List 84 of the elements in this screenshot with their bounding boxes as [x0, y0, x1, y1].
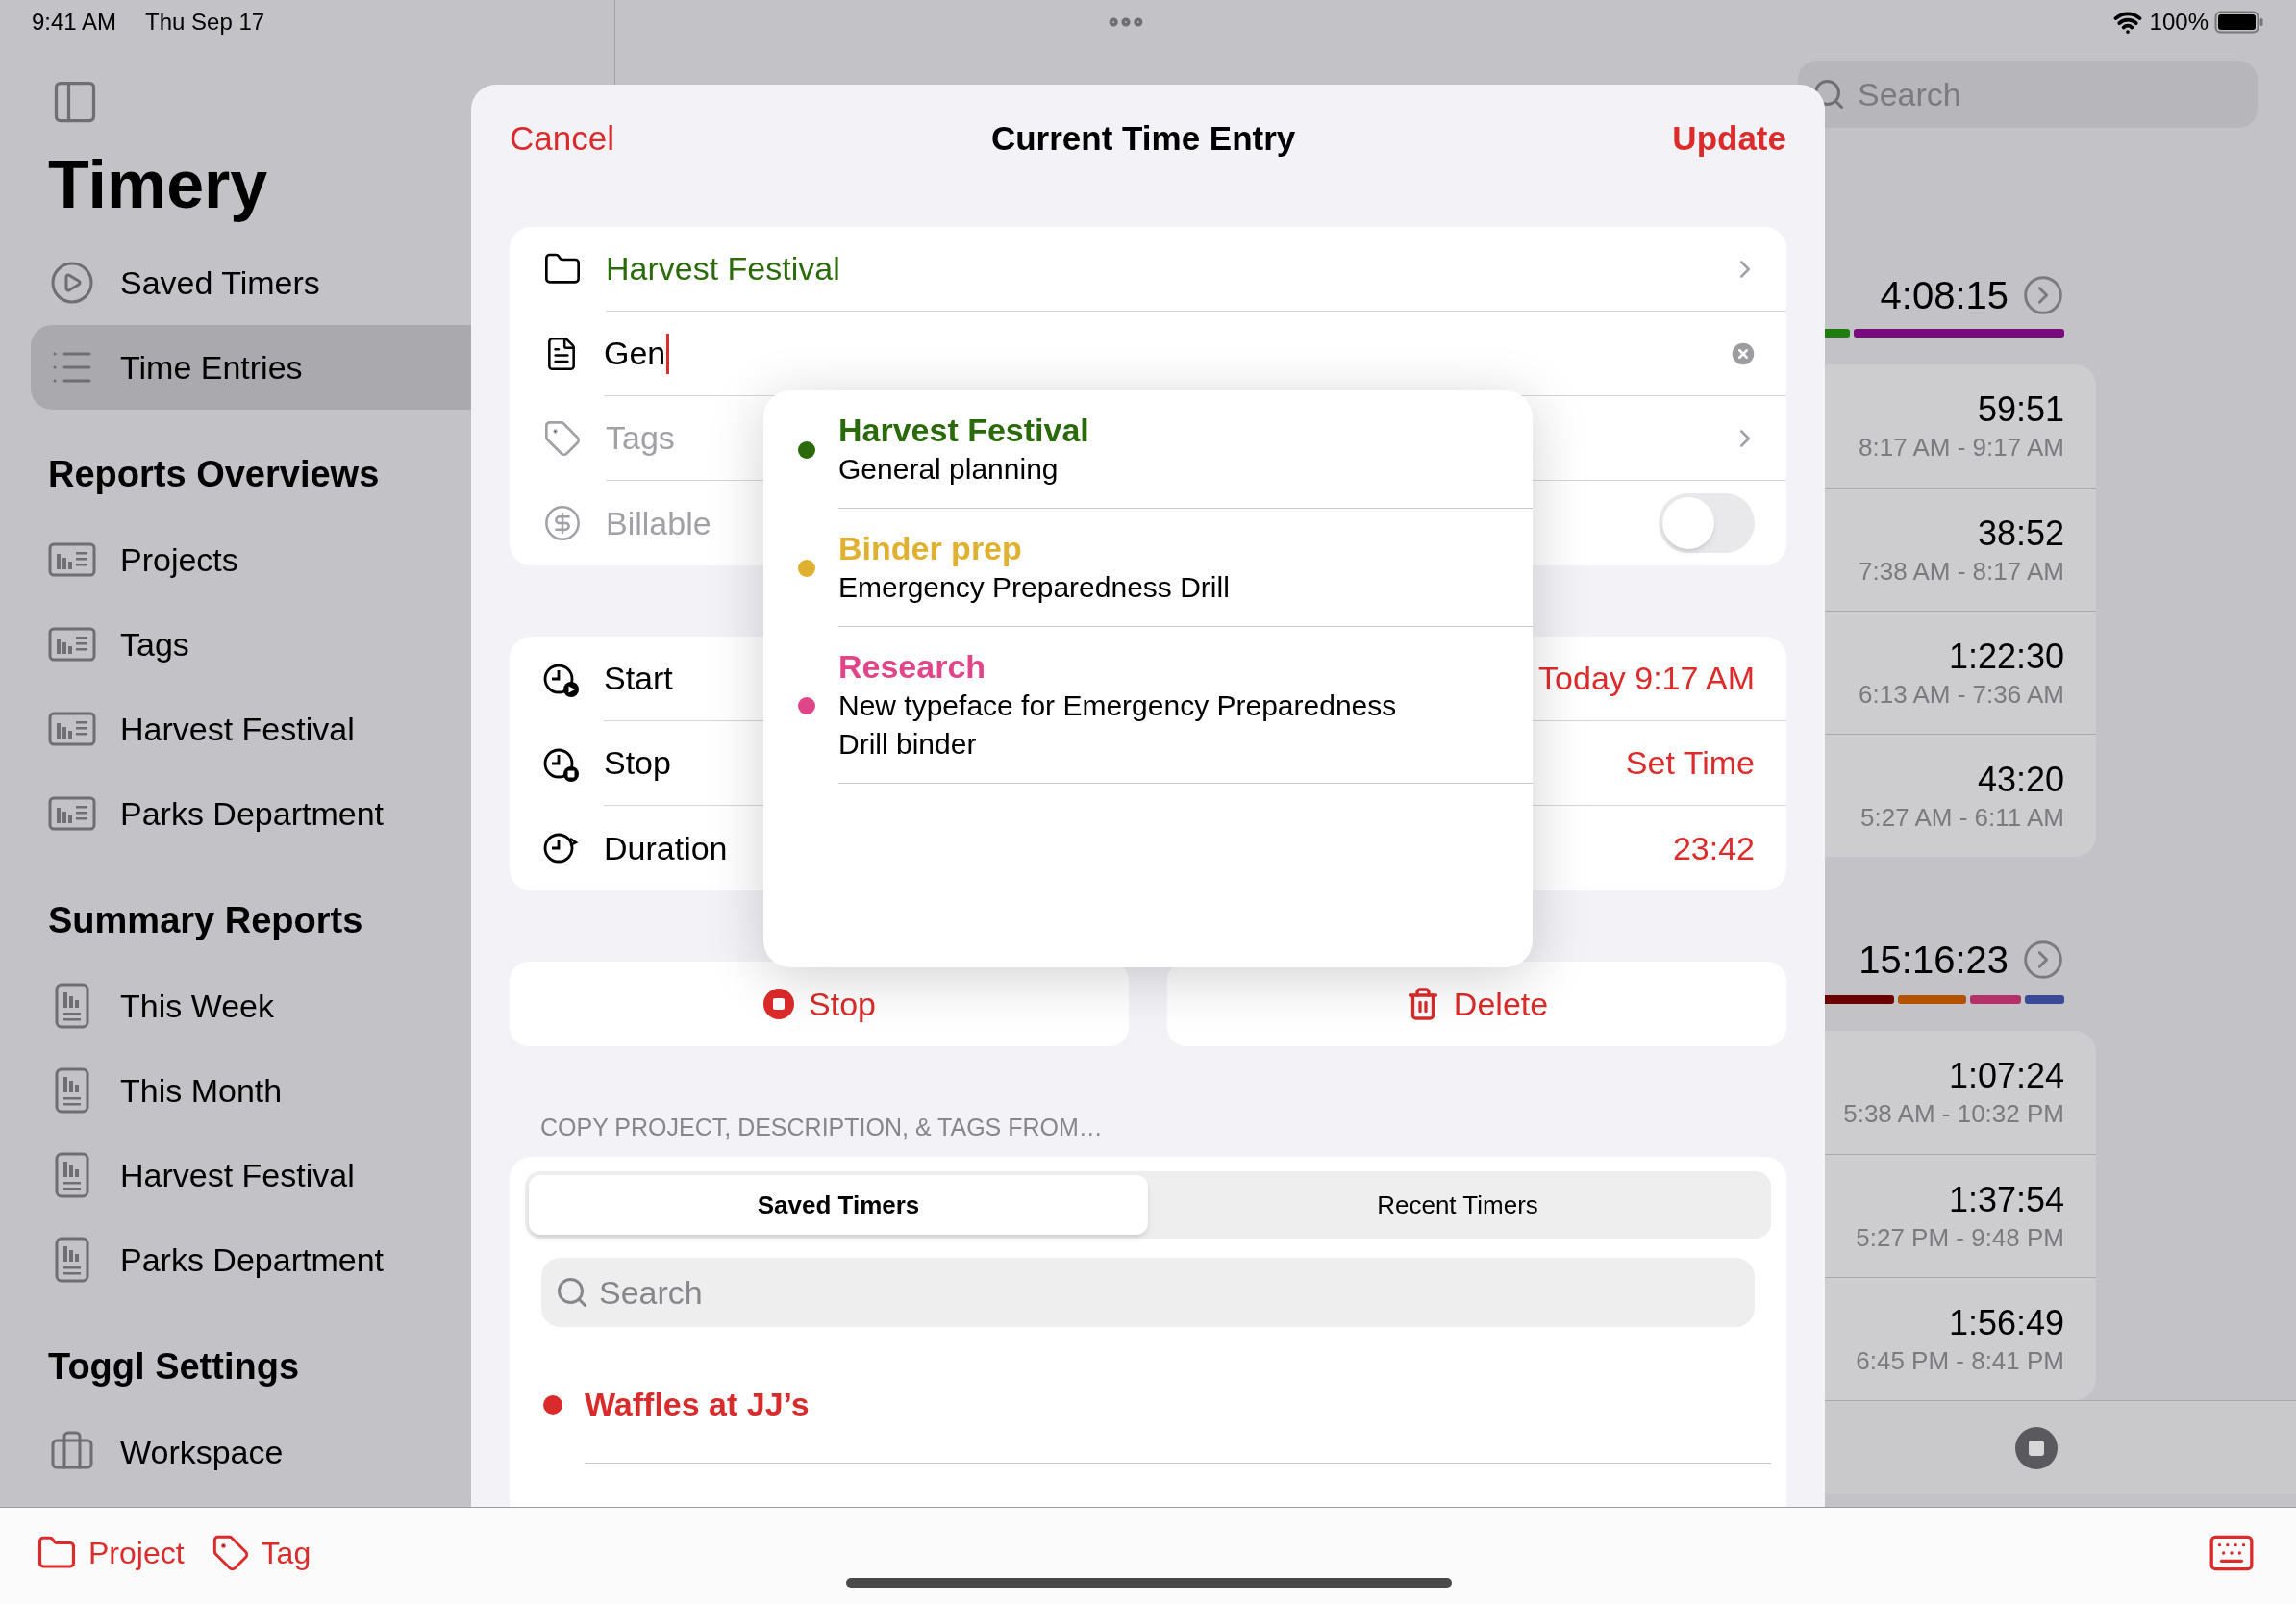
suggestion-project: Binder prep: [838, 529, 1023, 568]
suggestion-project: Research: [838, 647, 987, 687]
time-row[interactable]: Duration 23:42: [510, 806, 1786, 890]
sidebar-item-label: Harvest Festival: [120, 709, 355, 749]
project-row[interactable]: Harvest Festival: [510, 227, 1786, 312]
status-date: Thu Sep 17: [145, 7, 265, 37]
sidebar-item-label: Harvest Festival: [120, 1155, 355, 1195]
tag-button[interactable]: Tag: [211, 1530, 312, 1576]
suggestion-item[interactable]: Research New typeface for Emergency Preparedness Drill binder: [763, 627, 1533, 784]
project-button[interactable]: Project: [37, 1530, 185, 1576]
sidebar-item-label: Parks Department: [120, 1240, 384, 1280]
update-button[interactable]: Update: [1672, 113, 1786, 164]
report-icon: [48, 627, 96, 662]
sidebar-item-label: Parks Department: [120, 793, 384, 834]
entry-duration: 59:51: [1977, 388, 2064, 431]
tags-placeholder: Tags: [606, 418, 675, 458]
sidebar-item-label: This Month: [120, 1070, 283, 1111]
tag-icon: [211, 1534, 250, 1572]
sidebar-item-label: Workspace: [120, 1432, 284, 1472]
sidebar-item-label: Time Entries: [120, 347, 303, 388]
time-value: 23:42: [1672, 828, 1755, 868]
time-label: Start: [604, 659, 673, 698]
delete-button[interactable]: Delete: [1167, 962, 1786, 1046]
search-icon: [555, 1275, 589, 1310]
text-cursor: [666, 333, 670, 374]
entry-time-range: 8:17 AM - 9:17 AM: [1859, 432, 2064, 464]
battery-percent: 100%: [2149, 7, 2209, 37]
sheet-title: Current Time Entry: [990, 117, 1296, 159]
report-document-icon: [55, 1237, 89, 1283]
suggestion-project: Harvest Festival: [838, 411, 1090, 450]
suggestion-description: General planning: [838, 452, 1060, 487]
time-label: Duration: [604, 828, 728, 868]
entry-time-range: 5:27 PM - 9:48 PM: [1856, 1221, 2064, 1254]
time-value: Today 9:17 AM: [1538, 659, 1755, 698]
project-name: Harvest Festival: [606, 249, 840, 288]
disclosure-icon[interactable]: [2022, 274, 2064, 316]
copy-section-header: COPY PROJECT, DESCRIPTION, & TAGS FROM…: [540, 1113, 1103, 1143]
billable-label: Billable: [606, 503, 711, 543]
time-label: Stop: [604, 743, 671, 783]
cancel-button[interactable]: Cancel: [510, 113, 614, 164]
play-icon: [49, 260, 95, 306]
tag-icon: [543, 419, 582, 458]
report-document-icon: [55, 983, 89, 1029]
entry-time-range: 5:27 AM - 6:11 AM: [1860, 801, 2064, 834]
day-total: 15:16:23: [1859, 938, 2009, 983]
entry-duration: 1:22:30: [1948, 635, 2064, 678]
entry-time-range: 5:38 AM - 10:32 PM: [1843, 1098, 2064, 1130]
time-value: Set Time: [1625, 743, 1755, 783]
report-document-icon: [55, 1067, 89, 1114]
battery-icon: [2214, 10, 2264, 34]
sidebar-item-label: This Week: [120, 986, 274, 1026]
report-icon: [48, 712, 96, 746]
sidebar-item-label: Tags: [120, 624, 189, 664]
stop-icon[interactable]: [2014, 1425, 2059, 1470]
entry-time-range: 6:45 PM - 8:41 PM: [1856, 1344, 2064, 1377]
segment-tab[interactable]: Saved Timers: [529, 1175, 1148, 1235]
entry-duration: 1:56:49: [1948, 1301, 2064, 1344]
section-header: Summary Reports: [48, 902, 363, 939]
section-header: Toggl Settings: [48, 1348, 300, 1385]
entry-duration: 1:07:24: [1948, 1055, 2064, 1097]
sidebar-item-label: Saved Timers: [120, 263, 320, 303]
app-title: Timery: [47, 146, 269, 223]
report-document-icon: [55, 1152, 89, 1198]
entry-duration: 38:52: [1977, 512, 2064, 555]
suggestion-item[interactable]: Binder prep Emergency Preparedness Drill: [763, 509, 1533, 627]
suggestion-description: New typeface for Emergency Preparedness Drill binder: [838, 689, 1398, 762]
section-header: Reports Overviews: [48, 456, 380, 492]
stop-button[interactable]: Stop: [510, 962, 1129, 1046]
entry-time-range: 6:13 AM - 7:36 AM: [1859, 678, 2064, 711]
status-time: 9:41 AM: [32, 7, 117, 37]
sidebar-item-label: Projects: [120, 539, 238, 580]
disclosure-icon[interactable]: [2022, 939, 2064, 981]
dollar-icon: [543, 504, 582, 542]
saved-timer-name: Waffles at JJ’s: [585, 1385, 810, 1424]
entry-time-range: 7:38 AM - 8:17 AM: [1859, 555, 2064, 588]
segment-tab[interactable]: Recent Timers: [1148, 1175, 1767, 1235]
entry-duration: 1:37:54: [1948, 1178, 2064, 1221]
entry-duration: 43:20: [1977, 758, 2064, 801]
stop-icon: [762, 988, 795, 1020]
report-icon: [48, 542, 96, 577]
report-icon: [48, 796, 96, 831]
saved-timer-row[interactable]: Waffles at JJ’s: [525, 1327, 1771, 1464]
suggestion-description: Emergency Preparedness Drill: [838, 570, 1231, 605]
day-total: 4:08:15: [1880, 273, 2009, 318]
